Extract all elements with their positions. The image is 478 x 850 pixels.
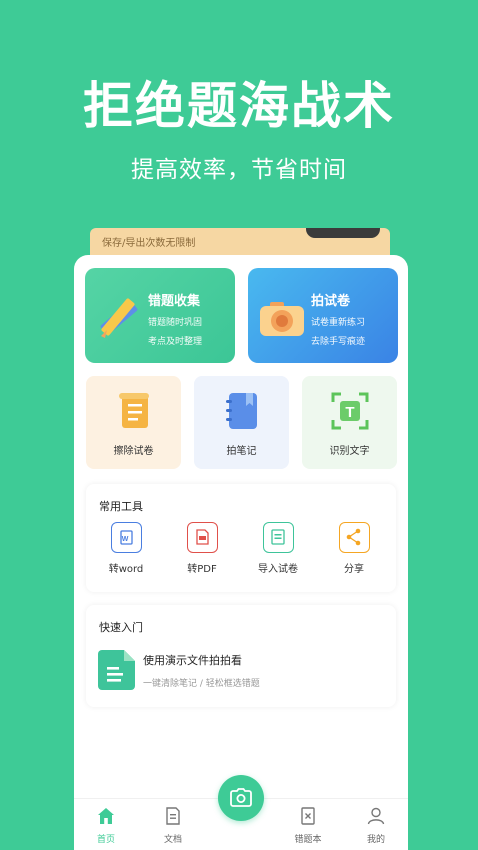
quick-start-item-title[interactable]: 使用演示文件拍拍看 [143,652,242,668]
tile-label: 拍笔记 [226,446,257,457]
text-scan-icon: T [331,392,369,430]
home-icon [98,808,114,824]
tab-label: 我的 [366,835,385,845]
tool-to-pdf[interactable]: 转PDF [172,522,232,575]
tool-to-word[interactable]: W 转word [96,522,156,575]
ruler-pencil-icon [100,298,138,338]
word-icon: W [110,522,142,553]
tool-label: 导入试卷 [258,564,298,575]
tab-label: 首页 [96,835,115,845]
card-desc-1: 试卷重新练习 [311,318,366,328]
tab-mine[interactable]: 我的 [351,807,401,845]
tile-recognize-text[interactable]: T 识别文字 [302,376,397,469]
quick-start-item-desc: 一键清除笔记 / 轻松框选错题 [143,679,260,689]
document-file-icon [98,650,135,690]
card-wrong-question-collect[interactable]: 错题收集 错题随时巩固 考点及时整理 [85,268,235,363]
card-desc-2: 去除手写痕迹 [311,337,366,347]
user-icon [367,807,385,825]
card-photo-exam[interactable]: 拍试卷 试卷重新练习 去除手写痕迹 [248,268,398,363]
tool-label: 转word [108,564,144,575]
camera-icon [260,302,304,336]
pdf-icon [186,522,218,553]
section-title: 常用工具 [99,500,143,513]
tab-label: 错题本 [294,835,322,845]
common-tools-section: 常用工具 W 转word 转PDF 导入试卷 分享 [86,484,396,592]
card-title: 拍试卷 [311,294,351,309]
notebook-icon [226,393,257,429]
tool-label: 分享 [344,564,364,575]
tool-import-exam[interactable]: 导入试卷 [248,522,308,575]
promo-pill [306,228,380,238]
card-desc-2: 考点及时整理 [148,337,203,347]
tab-label: 文档 [163,835,182,845]
share-icon [338,522,370,553]
svg-text:W: W [121,536,128,543]
scroll-icon [119,393,149,428]
card-desc-1: 错题随时巩固 [148,318,203,328]
svg-text:T: T [345,404,354,421]
tile-erase-exam[interactable]: 擦除试卷 [86,376,181,469]
wrong-book-icon [301,807,315,825]
document-icon [166,807,180,825]
tab-home[interactable]: 首页 [81,807,131,845]
tab-wrong-book[interactable]: 错题本 [283,807,333,845]
tile-label: 识别文字 [329,446,370,457]
tool-label: 转PDF [187,564,217,575]
promo-text: 保存/导出次数无限制 [102,238,196,249]
tile-photo-notes[interactable]: 拍笔记 [194,376,289,469]
app-screen: 错题收集 错题随时巩固 考点及时整理 拍试卷 试卷重新练习 去除手写痕迹 擦除试… [74,255,408,850]
tab-documents[interactable]: 文档 [148,807,198,845]
camera-icon [230,788,252,807]
camera-button[interactable] [218,775,264,821]
tool-share[interactable]: 分享 [324,522,384,575]
hero-title: 拒绝题海战术 [83,77,395,135]
import-icon [262,522,294,553]
quick-start-section: 快速入门 使用演示文件拍拍看 一键清除笔记 / 轻松框选错题 [86,605,396,707]
card-title: 错题收集 [148,294,201,309]
tile-label: 擦除试卷 [113,446,154,457]
section-title: 快速入门 [99,621,143,634]
hero-subtitle: 提高效率，节省时间 [131,157,347,183]
